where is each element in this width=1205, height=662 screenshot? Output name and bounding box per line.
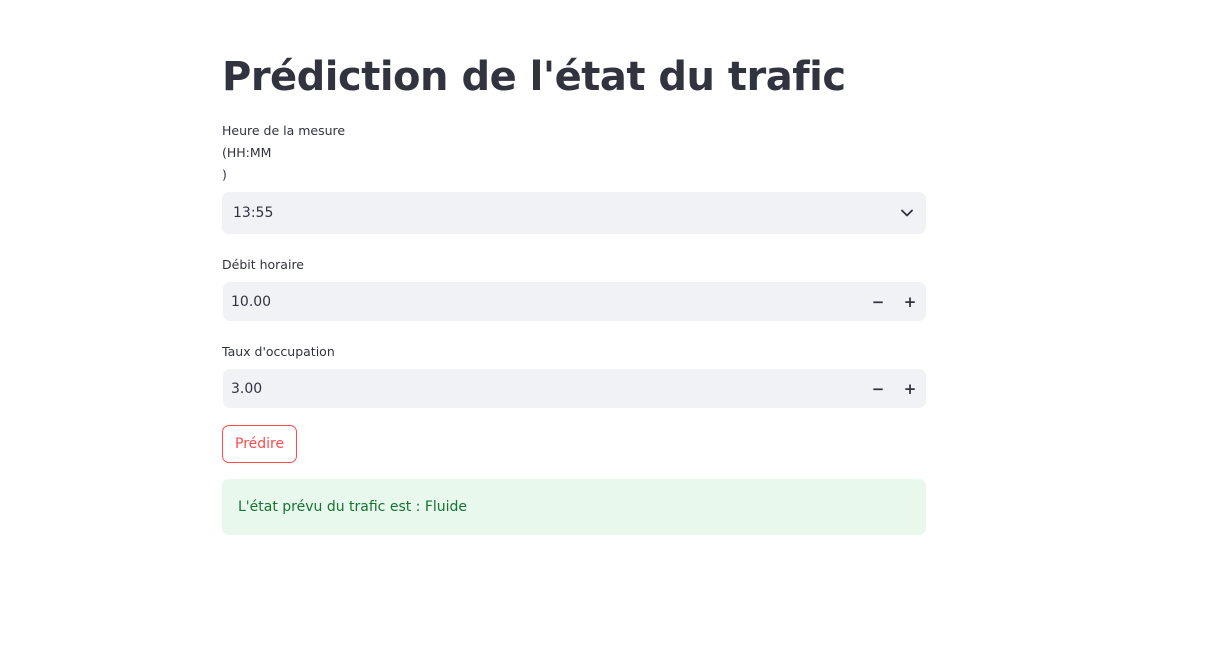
occupancy-input-label: Taux d'occupation [222,344,335,359]
success-alert: L'état prévu du trafic est : Fluide [222,479,926,535]
app-root: Prédiction de l'état du trafic Heure de … [0,0,1205,662]
main-content: Prédiction de l'état du trafic Heure de … [222,48,926,535]
flow-decrement-button[interactable]: − [862,282,894,321]
flow-input-label: Débit horaire [222,257,304,272]
time-select-label-line1: Heure de la mesure (HH:MM [222,123,346,160]
flow-input[interactable] [223,282,862,321]
occupancy-input[interactable] [223,369,862,408]
page-title: Prédiction de l'état du trafic [222,54,846,100]
occupancy-increment-button[interactable]: + [894,369,926,408]
occupancy-number-input: − + [223,369,926,408]
flow-increment-button[interactable]: + [894,282,926,321]
time-select-label: Heure de la mesure (HH:MM ) [222,120,926,186]
time-select[interactable]: 13:55 [222,192,926,234]
time-select-value: 13:55 [233,205,274,221]
occupancy-decrement-button[interactable]: − [862,369,894,408]
chevron-down-icon[interactable] [900,206,914,220]
time-select-label-line2: ) [222,167,227,182]
result-text: L'état prévu du trafic est : Fluide [238,499,468,515]
predict-button[interactable]: Prédire [222,425,298,463]
flow-number-input: − + [223,282,926,321]
